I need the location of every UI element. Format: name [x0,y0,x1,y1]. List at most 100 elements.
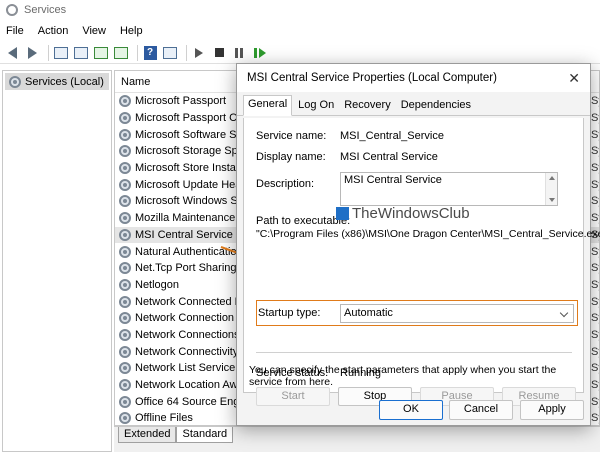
gear-icon [119,112,131,125]
scroll-down-icon[interactable] [549,198,555,202]
scroll-up-icon[interactable] [549,176,555,180]
service-logon-cell: Sy [591,295,599,308]
service-name: Network Connection I [135,312,241,325]
gear-icon [119,262,131,275]
startup-type-value: Automatic [344,307,393,319]
menu-view[interactable]: View [82,25,106,37]
tab-recovery[interactable]: Recovery [340,97,394,115]
start-button[interactable]: Start [256,387,330,406]
service-logon-cell: Sy [591,245,599,258]
service-logon-cell: Sy [591,162,599,175]
service-name-label: Service name: [256,130,327,142]
tab-general[interactable]: General [243,95,293,116]
gear-icon [119,195,131,208]
description-field[interactable]: MSI Central Service [340,172,558,206]
service-name: Microsoft Update Hea [135,178,242,191]
service-name: Network List Service [135,362,236,375]
column-header-label: Name [121,75,151,88]
toolbar-separator [48,44,49,61]
gear-icon [119,295,131,308]
toolbar-separator [137,44,138,61]
service-name: Netlogon [135,278,180,291]
console-tree-icon[interactable] [53,45,69,61]
tree-item-services-local[interactable]: Services (Local) [5,73,109,90]
gear-icon [119,379,131,392]
close-icon[interactable]: ✕ [568,70,580,87]
service-name: Mozilla Maintenance S [135,212,246,225]
start-service-icon[interactable] [191,45,207,61]
gear-icon [119,345,131,358]
tree-item-label: Services (Local) [25,75,104,88]
gear-icon [119,212,131,225]
general-tab-panel: Service name: MSI_Central_Service Displa… [243,118,600,406]
display-name-field[interactable]: MSI Central Service [340,151,438,163]
display-name-label: Display name: [256,151,326,163]
service-name: Microsoft Passport [135,95,227,108]
service-name: Microsoft Store Install [135,162,241,175]
dialog-tabs: General Log On Recovery Dependencies [237,95,590,116]
services-gear-icon [6,4,18,16]
gear-icon [9,75,21,88]
tab-dependencies[interactable]: Dependencies [397,97,475,115]
forward-icon[interactable] [24,45,40,61]
apply-button[interactable]: Apply [520,400,584,420]
service-name: Microsoft Software Sh [135,128,243,141]
stop-service-icon[interactable] [211,45,227,61]
service-name: Microsoft Windows SI [135,195,241,208]
service-name: Network Connectivity [135,345,239,358]
view-tabs: Extended Standard [114,426,600,452]
dialog-titlebar: MSI Central Service Properties (Local Co… [237,64,590,92]
service-logon-cell: Sy [591,395,599,408]
ok-button[interactable]: OK [379,400,443,420]
tab-log-on[interactable]: Log On [294,97,338,115]
path-value: "C:\Program Files (x86)\MSI\One Dragon C… [256,228,600,240]
window-titlebar: Services [0,0,600,20]
service-logon-cell: Sy [591,262,599,275]
description-scrollbar[interactable] [545,173,557,205]
tab-standard[interactable]: Standard [176,427,234,443]
console-tree: Services (Local) [2,70,112,452]
restart-service-icon[interactable] [251,45,267,61]
cancel-button[interactable]: Cancel [449,400,513,420]
menu-file[interactable]: File [6,25,24,37]
startup-type-select[interactable]: Automatic [340,304,574,323]
refresh-icon[interactable] [93,45,109,61]
start-parameters-note: You can specify the start parameters tha… [249,364,557,388]
menu-bar: File Action View Help [0,21,600,41]
startup-type-label: Startup type: [258,307,321,319]
menu-action[interactable]: Action [38,25,69,37]
service-name: Network Connections [135,328,240,341]
service-logon-cell: Sy [591,328,599,341]
thewindowsclub-logo-icon [336,207,349,220]
gear-icon [119,162,131,175]
gear-icon [119,228,131,241]
service-name: Network Location Aw [135,379,238,392]
service-logon-cell: Sy [591,278,599,291]
show-hide-icon[interactable] [162,45,178,61]
menu-help[interactable]: Help [120,25,143,37]
properties-dialog: MSI Central Service Properties (Local Co… [236,63,600,426]
service-logon-cell: Sy [591,128,599,141]
back-icon[interactable] [4,45,20,61]
export-list-icon[interactable] [113,45,129,61]
dialog-title: MSI Central Service Properties (Local Co… [247,72,497,84]
service-logon-cell: Sy [591,345,599,358]
service-name: Microsoft Passport Co [135,112,244,125]
service-logon-cell: Sy [591,312,599,325]
service-name: Network Connected D [135,295,243,308]
properties-icon[interactable] [73,45,89,61]
service-name: Net.Tcp Port Sharing S [135,262,247,275]
description-text: MSI Central Service [344,174,442,186]
divider [256,352,572,353]
service-logon-cell: Sy [591,145,599,158]
gear-icon [119,178,131,191]
service-logon-cell: Sy [591,95,599,108]
pause-service-icon[interactable] [231,45,247,61]
help-icon[interactable]: ? [142,45,158,61]
service-name: Office 64 Source Engi [135,395,242,408]
chevron-down-icon [559,308,569,318]
service-logon-cell: Sy [591,212,599,225]
gear-icon [119,328,131,341]
tab-extended[interactable]: Extended [118,427,177,443]
gear-icon [119,95,131,108]
